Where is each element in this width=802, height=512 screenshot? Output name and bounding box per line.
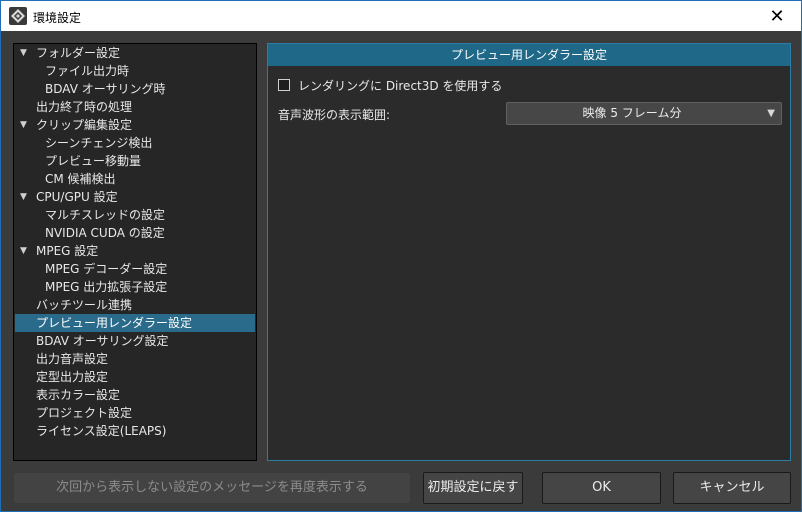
tree-item-label: ファイル出力時	[45, 64, 130, 78]
tree-item-label: MPEG 設定	[36, 244, 99, 258]
tree-item-display-color[interactable]: 表示カラー設定	[15, 386, 255, 404]
panel-title: プレビュー用レンダラー設定	[268, 44, 790, 66]
tree-item-label: クリップ編集設定	[36, 118, 133, 132]
app-icon	[9, 7, 27, 25]
tree-item-bdav-authoring[interactable]: BDAV オーサリング設定	[15, 332, 255, 350]
tree-item-label: ライセンス設定(LEAPS)	[36, 424, 167, 438]
tree-item-label: 表示カラー設定	[36, 388, 121, 402]
tree-item-label: CM 候補検出	[45, 172, 116, 186]
ok-button[interactable]: OK	[542, 472, 661, 504]
tree-item-nvidia-cuda[interactable]: NVIDIA CUDA の設定	[15, 224, 255, 242]
direct3d-checkbox-label[interactable]: レンダリングに Direct3D を使用する	[298, 77, 502, 94]
tree-item-preset-output[interactable]: 定型出力設定	[15, 368, 255, 386]
tree-item-mpeg-extension[interactable]: MPEG 出力拡張子設定	[15, 278, 255, 296]
tree-item-preview-step[interactable]: プレビュー移動量	[15, 152, 255, 170]
tree-item-label: フォルダー設定	[36, 46, 121, 60]
direct3d-checkbox[interactable]	[278, 79, 290, 91]
tree-item-file-output[interactable]: ファイル出力時	[15, 62, 255, 80]
tree-item-label: バッチツール連携	[36, 298, 133, 312]
tree-item-label: MPEG デコーダー設定	[45, 262, 168, 276]
close-icon: ✕	[769, 5, 785, 27]
window-title: 環境設定	[33, 11, 82, 25]
tree-item-label: 定型出力設定	[36, 370, 109, 384]
tree-item-label: プロジェクト設定	[36, 406, 133, 420]
expand-arrow-icon[interactable]: ▼	[20, 44, 30, 62]
tree-item-label: シーンチェンジ検出	[45, 136, 153, 150]
tree-item-label: CPU/GPU 設定	[36, 190, 118, 204]
tree-item-multithread[interactable]: マルチスレッドの設定	[15, 206, 255, 224]
tree-item-license[interactable]: ライセンス設定(LEAPS)	[15, 422, 255, 440]
tree-item-label: 出力終了時の処理	[36, 100, 133, 114]
title-bar: 環境設定 ✕	[1, 1, 801, 31]
tree-item-label: MPEG 出力拡張子設定	[45, 280, 168, 294]
tree-item-label: 出力音声設定	[36, 352, 109, 366]
settings-window: 環境設定 ✕ ▼ フォルダー設定 ファイル出力時 BDAV オーサリング時 出力…	[0, 0, 802, 512]
tree-item-mpeg-decoder[interactable]: MPEG デコーダー設定	[15, 260, 255, 278]
reset-defaults-button[interactable]: 初期設定に戻す	[423, 472, 523, 504]
tree-item-preview-renderer[interactable]: プレビュー用レンダラー設定	[15, 314, 255, 332]
tree-item-label: BDAV オーサリング時	[45, 82, 166, 96]
tree-item-label: BDAV オーサリング設定	[36, 334, 169, 348]
dropdown-arrow-icon: ▼	[767, 108, 775, 119]
tree-item-label: プレビュー移動量	[45, 154, 142, 168]
tree-item-label: NVIDIA CUDA の設定	[45, 226, 165, 240]
tree-item-folder-settings[interactable]: ▼ フォルダー設定	[15, 44, 255, 62]
tree-item-project[interactable]: プロジェクト設定	[15, 404, 255, 422]
expand-arrow-icon[interactable]: ▼	[20, 188, 30, 206]
tree-item-output-finish[interactable]: 出力終了時の処理	[15, 98, 255, 116]
tree-item-mpeg[interactable]: ▼ MPEG 設定	[15, 242, 255, 260]
waveform-range-value: 映像 5 フレーム分	[582, 106, 682, 120]
expand-arrow-icon[interactable]: ▼	[20, 242, 30, 260]
tree-item-cpu-gpu[interactable]: ▼ CPU/GPU 設定	[15, 188, 255, 206]
tree-item-batch-tool[interactable]: バッチツール連携	[15, 296, 255, 314]
tree-item-label: プレビュー用レンダラー設定	[36, 316, 193, 330]
tree-item-scene-change[interactable]: シーンチェンジ検出	[15, 134, 255, 152]
settings-tree[interactable]: ▼ フォルダー設定 ファイル出力時 BDAV オーサリング時 出力終了時の処理 …	[13, 43, 257, 461]
cancel-button[interactable]: キャンセル	[673, 472, 791, 504]
tree-item-clip-edit[interactable]: ▼ クリップ編集設定	[15, 116, 255, 134]
settings-panel: プレビュー用レンダラー設定 レンダリングに Direct3D を使用する 音声波…	[267, 43, 791, 461]
tree-item-label: マルチスレッドの設定	[45, 208, 166, 222]
tree-item-output-audio[interactable]: 出力音声設定	[15, 350, 255, 368]
waveform-range-select[interactable]: 映像 5 フレーム分 ▼	[506, 102, 782, 125]
waveform-range-label: 音声波形の表示範囲:	[278, 108, 391, 122]
close-button[interactable]: ✕	[759, 4, 795, 28]
show-messages-button[interactable]: 次回から表示しない設定のメッセージを再度表示する	[13, 472, 411, 504]
expand-arrow-icon[interactable]: ▼	[20, 116, 30, 134]
tree-item-bdav-authoring-time[interactable]: BDAV オーサリング時	[15, 80, 255, 98]
tree-item-cm-detect[interactable]: CM 候補検出	[15, 170, 255, 188]
